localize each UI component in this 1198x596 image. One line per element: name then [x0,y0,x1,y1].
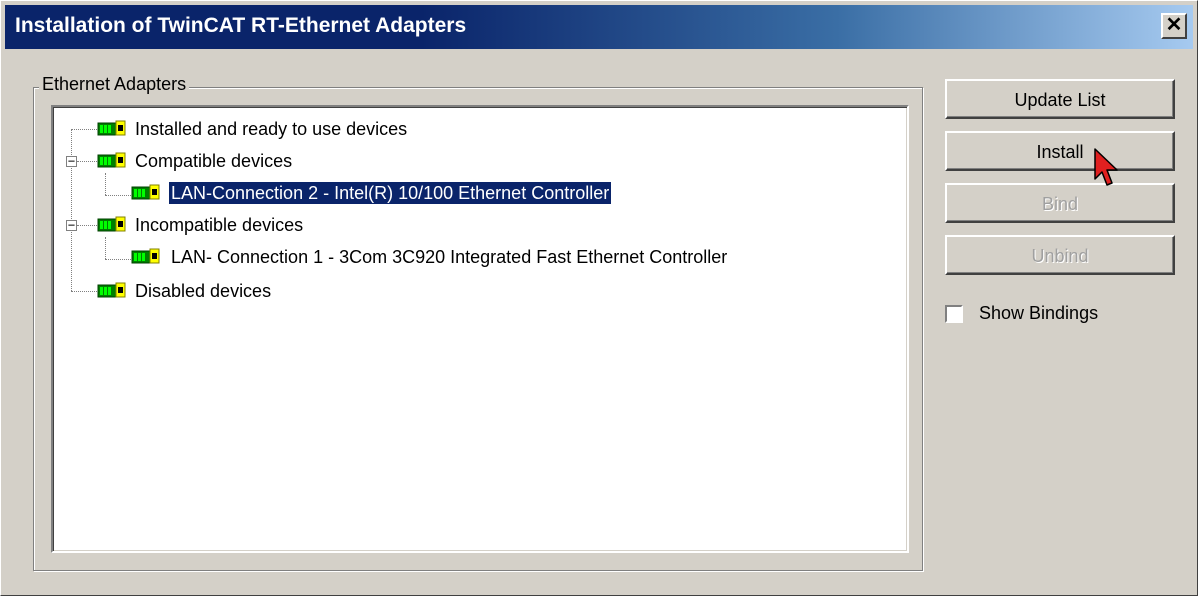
minus-icon: − [67,218,76,232]
close-button[interactable]: ✕ [1161,13,1187,39]
tree-node-lan-connection-2[interactable]: LAN-Connection 2 - Intel(R) 10/100 Ether… [167,181,613,205]
title-bar[interactable]: Installation of TwinCAT RT-Ethernet Adap… [5,5,1193,49]
tree-connector [71,291,97,292]
show-bindings-label[interactable]: Show Bindings [979,303,1098,324]
show-bindings-checkbox[interactable] [945,305,963,323]
update-list-button[interactable]: Update List [945,79,1175,119]
tree-connector [105,237,106,259]
adapter-tree[interactable]: − − Installed and ready to use devices C… [51,105,909,553]
network-card-icon [131,248,160,264]
install-button[interactable]: Install [945,131,1175,171]
dialog-window: Installation of TwinCAT RT-Ethernet Adap… [0,0,1198,596]
tree-connector [77,161,97,162]
unbind-button[interactable]: Unbind [945,235,1175,275]
network-card-icon [97,152,126,168]
network-card-icon [131,184,160,200]
tree-node-disabled[interactable]: Disabled devices [135,280,271,302]
tree-node-lan-connection-1[interactable]: LAN- Connection 1 - 3Com 3C920 Integrate… [171,246,727,268]
tree-node-installed[interactable]: Installed and ready to use devices [135,118,407,140]
collapse-incompatible-button[interactable]: − [66,218,77,232]
mouse-pointer-icon [1094,148,1118,186]
network-card-icon [97,282,126,298]
network-card-icon [97,216,126,232]
bind-button[interactable]: Bind [945,183,1175,223]
tree-node-compatible[interactable]: Compatible devices [135,150,292,172]
tree-connector [105,259,131,260]
tree-connector [71,129,97,130]
group-label: Ethernet Adapters [39,74,190,95]
tree-connector [77,225,97,226]
tree-connector [105,173,106,195]
tree-connector [105,195,131,196]
collapse-compatible-button[interactable]: − [66,154,77,168]
minus-icon: − [67,154,76,168]
window-title: Installation of TwinCAT RT-Ethernet Adap… [15,14,467,37]
close-icon: ✕ [1165,14,1183,36]
tree-node-incompatible[interactable]: Incompatible devices [135,214,303,236]
network-card-icon [97,120,126,136]
